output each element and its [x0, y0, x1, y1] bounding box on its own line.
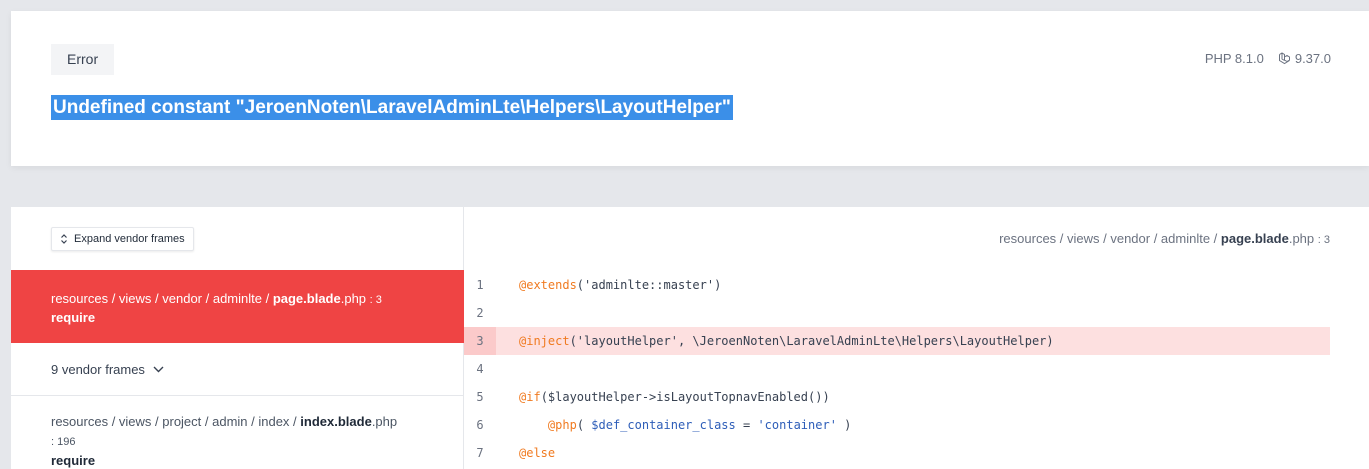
stack-frames-panel: Expand vendor frames resources / views /… — [11, 207, 464, 469]
code-line-number: : 3 — [1317, 234, 1330, 246]
vendor-frames-toggle[interactable]: 9 vendor frames — [11, 343, 464, 396]
line-text: ($layoutHelper->isLayoutTopnavEnabled()) — [540, 390, 830, 404]
frame-file-path: resources / views / vendor / adminlte / … — [51, 290, 424, 309]
error-header-card: Error Undefined constant "JeroenNoten\La… — [11, 11, 1369, 166]
code-file-ext: .php — [1288, 231, 1315, 246]
laravel-version-text: 9.37.0 — [1294, 51, 1331, 66]
line-number: 6 — [476, 418, 484, 432]
laravel-icon — [1278, 52, 1290, 65]
exception-message[interactable]: Undefined constant "JeroenNoten\LaravelA… — [51, 95, 733, 120]
laravel-version: 9.37.0 — [1278, 51, 1331, 66]
line-number: 4 — [476, 362, 484, 376]
vendor-frames-label: 9 vendor frames — [51, 361, 145, 377]
php-string: 'container' — [757, 418, 837, 432]
frame-file-ext: .php — [371, 414, 398, 429]
blade-directive: @extends — [519, 278, 577, 292]
version-info: PHP 8.1.0 9.37.0 — [1205, 51, 1331, 66]
frame-function: require — [51, 453, 96, 468]
line-text: ) — [836, 418, 852, 432]
stack-trace-card: Expand vendor frames resources / views /… — [11, 207, 1369, 469]
code-line: 5 @if($layoutHelper->isLayoutTopnavEnabl… — [464, 383, 1330, 411]
frame-dir: resources / views / project / admin / in… — [51, 414, 301, 429]
line-source: @else — [496, 446, 555, 460]
stack-frame[interactable]: resources / views / project / admin / in… — [11, 396, 464, 469]
line-number: 2 — [476, 306, 484, 320]
line-text: = — [735, 418, 758, 432]
code-line: 7 @else — [464, 439, 1330, 467]
line-text: ('layoutHelper', \JeroenNoten\LaravelAdm… — [569, 334, 1054, 348]
code-line: 4 — [464, 355, 1330, 383]
php-version: PHP 8.1.0 — [1204, 51, 1264, 66]
code-file-name: page.blade — [1220, 231, 1289, 246]
line-source: @inject('layoutHelper', \JeroenNoten\Lar… — [496, 334, 1054, 348]
line-source: @extends('adminlte::master') — [496, 278, 721, 292]
frame-file-ext: .php — [340, 291, 367, 306]
line-number: 3 — [464, 327, 496, 355]
frame-line-number: : 196 — [51, 436, 76, 448]
line-source: @php( $def_container_class = 'container'… — [496, 418, 851, 432]
blade-directive: @if — [519, 390, 541, 404]
line-text: ('adminlte::master') — [576, 278, 722, 292]
error-type-badge: Error — [51, 44, 115, 75]
frame-file-path: resources / views / project / admin / in… — [51, 413, 424, 453]
expand-chevrons-icon — [61, 234, 67, 244]
code-file-path[interactable]: resources / views / vendor / adminlte / … — [999, 231, 1330, 246]
line-text: ( — [576, 418, 592, 432]
code-snippet-panel: resources / views / vendor / adminlte / … — [464, 207, 1369, 469]
expand-vendor-frames-label: Expand vendor frames — [74, 233, 185, 245]
line-number: 1 — [476, 278, 484, 292]
code-dir: resources / views / vendor / adminlte / — [999, 231, 1221, 246]
php-variable: $def_container_class — [591, 418, 736, 432]
code-line: 2 — [464, 299, 1330, 327]
expand-vendor-frames-button[interactable]: Expand vendor frames — [51, 227, 194, 251]
line-number: 7 — [476, 446, 484, 460]
frame-file-name: page.blade — [272, 291, 341, 306]
chevron-down-icon — [153, 366, 164, 372]
code-lines: 1 @extends('adminlte::master') 2 3 @inje… — [464, 271, 1330, 467]
code-line: 1 @extends('adminlte::master') — [464, 271, 1330, 299]
frame-file-name: index.blade — [300, 414, 372, 429]
line-source: @if($layoutHelper->isLayoutTopnavEnabled… — [496, 390, 830, 404]
code-line-highlighted: 3 @inject('layoutHelper', \JeroenNoten\L… — [464, 327, 1330, 355]
code-line: 6 @php( $def_container_class = 'containe… — [464, 411, 1330, 439]
blade-directive: @else — [519, 446, 556, 460]
line-number: 5 — [476, 390, 484, 404]
frame-dir: resources / views / vendor / adminlte / — [51, 291, 273, 306]
frame-line-number: : 3 — [369, 294, 382, 306]
blade-directive: @inject — [519, 334, 570, 348]
frame-function: require — [51, 310, 96, 325]
blade-directive: @php — [547, 418, 577, 432]
stack-frame-active[interactable]: resources / views / vendor / adminlte / … — [11, 270, 464, 343]
